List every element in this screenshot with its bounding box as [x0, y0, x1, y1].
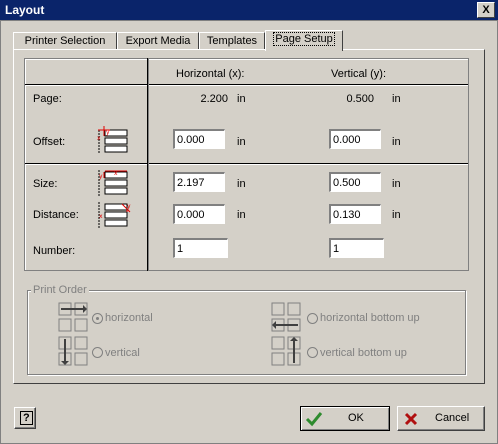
horizontal-radio[interactable] — [92, 313, 103, 324]
size-y-input[interactable]: 0.500 — [329, 172, 381, 192]
offset-diagram-icon: y x — [97, 126, 128, 154]
print-order-title: Print Order — [31, 284, 89, 296]
size-x-input[interactable]: 2.197 — [173, 172, 225, 192]
size-diagram-icon: x y — [98, 170, 128, 196]
help-button[interactable]: ? — [14, 407, 36, 429]
offset-label: Offset: — [33, 136, 66, 148]
svg-text:x: x — [97, 135, 101, 142]
number-label: Number: — [33, 245, 76, 257]
offset-x-unit: in — [237, 136, 246, 148]
horizontal-radio-label[interactable]: horizontal — [105, 312, 153, 324]
page-x-unit: in — [237, 93, 246, 105]
offset-x-input[interactable]: 0.000 — [173, 129, 225, 149]
vertical-bottom-up-radio-label[interactable]: vertical bottom up — [320, 347, 407, 359]
cancel-button[interactable]: Cancel — [397, 406, 485, 431]
vertical-bottom-up-icon — [271, 336, 301, 366]
distance-label: Distance: — [33, 209, 79, 221]
number-y-input[interactable]: 1 — [329, 238, 384, 258]
distance-y-input[interactable]: 0.130 — [329, 204, 381, 224]
distance-x-input[interactable]: 0.000 — [173, 204, 225, 224]
ok-button[interactable]: OK — [300, 406, 390, 431]
offset-y-input[interactable]: 0.000 — [329, 129, 381, 149]
vertical-column-header: Vertical (y): — [331, 68, 387, 80]
horizontal-bottom-up-radio[interactable] — [307, 313, 318, 324]
cancel-x-icon — [404, 412, 418, 426]
svg-text:x: x — [114, 170, 118, 177]
size-label: Size: — [33, 178, 58, 190]
distance-diagram-icon: x y — [98, 202, 131, 228]
number-x-input[interactable]: 1 — [173, 238, 228, 258]
vertical-bottom-up-radio[interactable] — [307, 347, 318, 358]
page-y-unit: in — [392, 93, 401, 105]
horizontal-bottom-up-radio-label[interactable]: horizontal bottom up — [320, 312, 420, 324]
check-icon — [305, 412, 323, 427]
page-y-value: 0.500 — [346, 93, 374, 105]
help-icon: ? — [20, 411, 33, 425]
svg-text:x: x — [99, 213, 103, 220]
page-label: Page: — [33, 93, 62, 105]
section-divider — [25, 163, 468, 165]
distance-y-unit: in — [392, 209, 401, 221]
svg-text:y: y — [99, 173, 103, 180]
size-y-unit: in — [392, 178, 401, 190]
header-divider — [25, 84, 468, 86]
distance-x-unit: in — [237, 209, 246, 221]
horizontal-order-icon — [58, 302, 88, 332]
ok-label: OK — [348, 412, 364, 424]
svg-text:y: y — [127, 203, 131, 210]
vertical-radio[interactable] — [92, 347, 103, 358]
size-x-unit: in — [237, 178, 246, 190]
horizontal-bottom-up-icon — [271, 302, 301, 332]
offset-y-unit: in — [392, 136, 401, 148]
svg-text:y: y — [106, 129, 110, 136]
vertical-radio-label[interactable]: vertical — [105, 347, 140, 359]
print-order-group — [27, 290, 466, 375]
column-divider — [147, 58, 149, 271]
cancel-label: Cancel — [435, 412, 470, 424]
page-x-value: 2.200 — [200, 93, 228, 105]
vertical-order-icon — [58, 336, 88, 366]
horizontal-column-header: Horizontal (x): — [176, 68, 245, 80]
